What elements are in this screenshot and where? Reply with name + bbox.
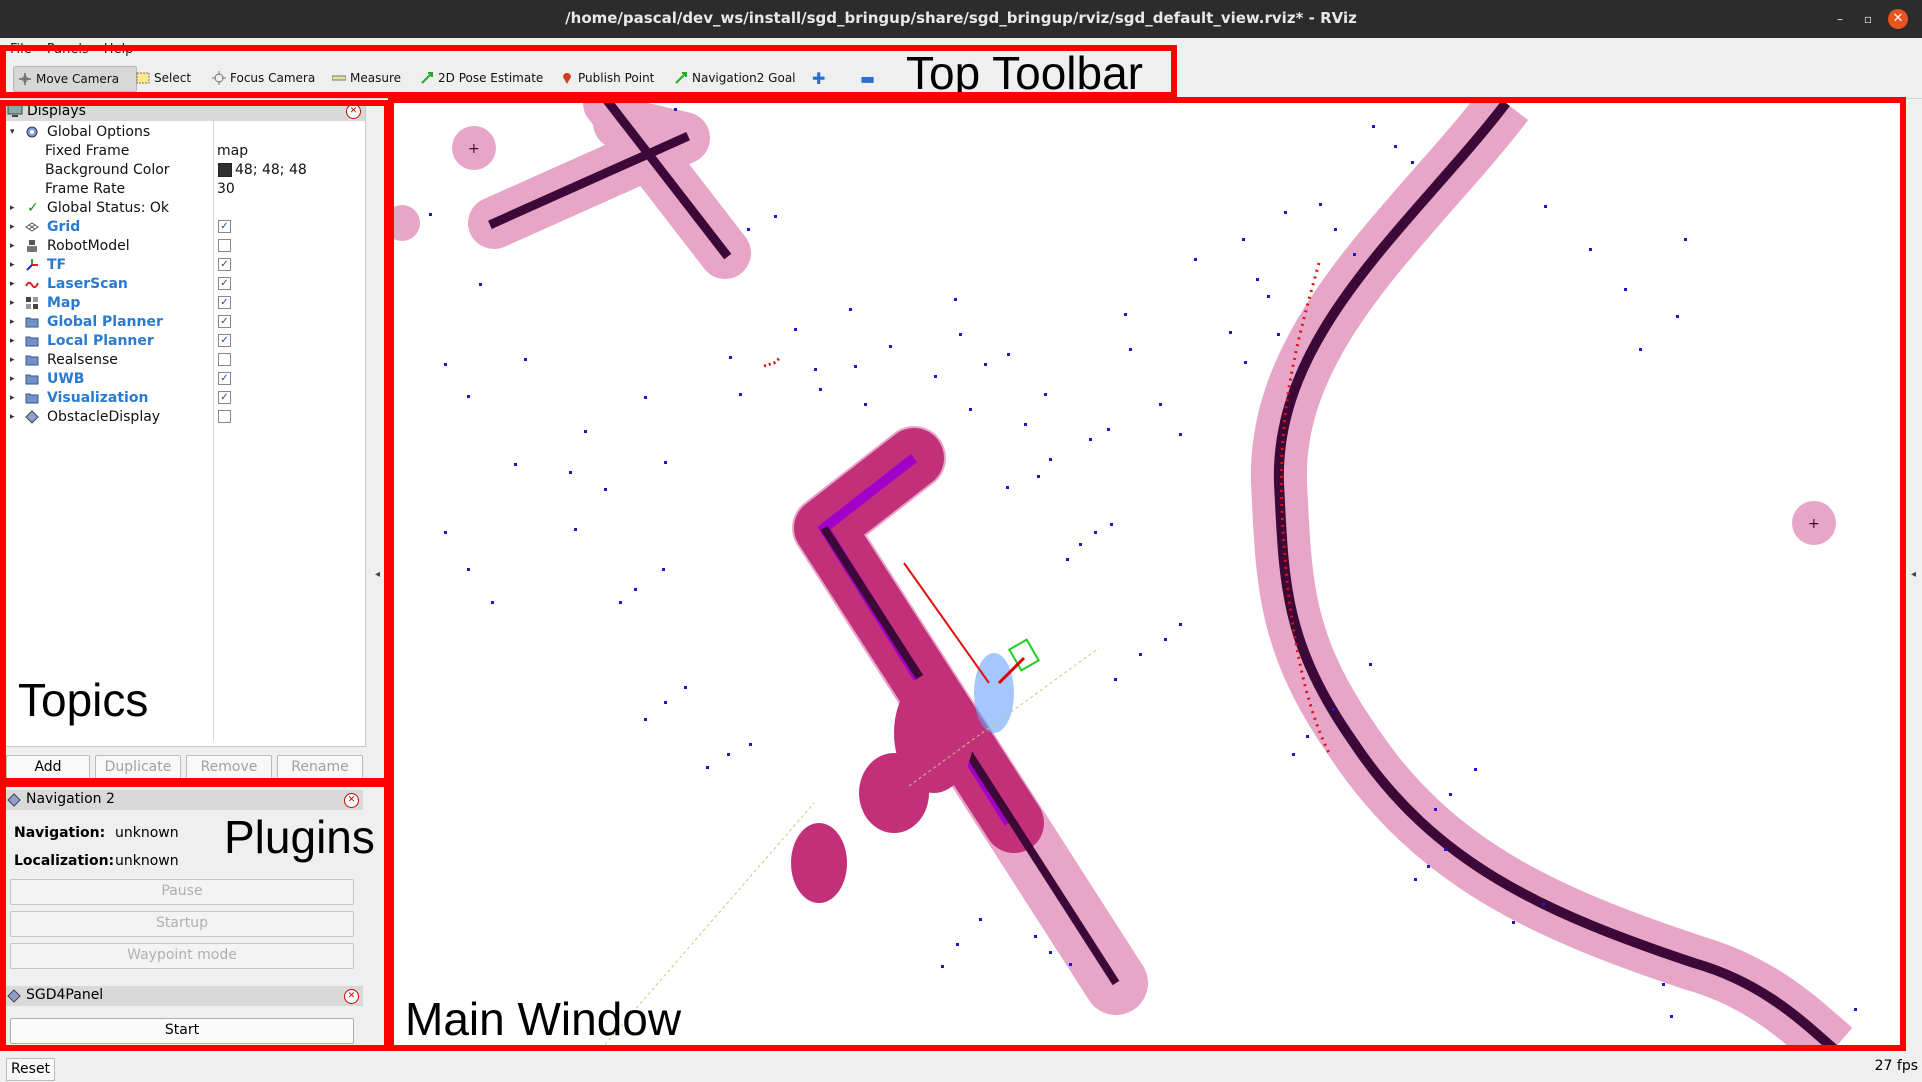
annotation-box-plugins <box>0 781 390 1051</box>
window-title: /home/pascal/dev_ws/install/sgd_bringup/… <box>565 9 1357 27</box>
minimize-button[interactable]: – <box>1830 9 1850 29</box>
annotation-box-topics <box>0 100 390 784</box>
window-titlebar: /home/pascal/dev_ws/install/sgd_bringup/… <box>0 0 1922 38</box>
status-bar: Reset 27 fps <box>0 1056 1922 1082</box>
close-button[interactable]: ✕ <box>1888 9 1908 29</box>
annotation-box-main-window <box>388 97 1906 1051</box>
fps-readout: 27 fps <box>1874 1058 1918 1074</box>
annotation-box-top-toolbar <box>0 45 1177 98</box>
maximize-button[interactable]: ▫ <box>1858 9 1878 29</box>
reset-button[interactable]: Reset <box>6 1058 55 1081</box>
collapse-right-icon[interactable]: ◂ <box>1911 569 1916 580</box>
